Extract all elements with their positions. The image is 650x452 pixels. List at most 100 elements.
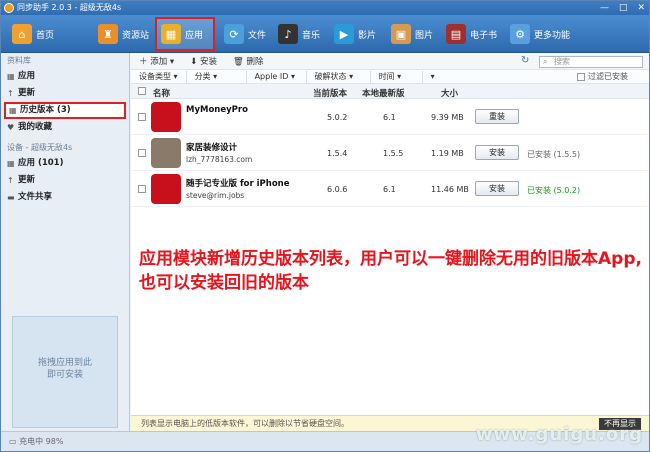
toolbar-apps[interactable]: ▦ 应用 [155,17,215,51]
sidebar-item-label: 我的收藏 [18,122,53,132]
add-button[interactable]: ＋ 添加 ▾ [139,55,174,67]
toolbar-video[interactable]: ▶ 影片 [331,18,379,50]
install-status: 已安装 (1.5.5) [527,150,581,159]
home-icon: ⌂ [12,24,32,44]
minimize-button[interactable]: — [600,3,609,13]
app-icon [151,174,181,204]
sidebar-item-label: 历史版本 (3) [20,105,71,115]
toolbar-music[interactable]: ♪ 音乐 [275,18,323,50]
refresh-icon[interactable]: ↻ [521,55,529,66]
bag-icon: ♜ [98,24,118,44]
photo-icon: ▣ [391,24,411,44]
search-input[interactable]: ⌕ 搜索 [539,56,643,68]
latest-version: 6.1 [383,113,396,122]
apps-icon: ▦ [161,24,181,44]
library-item-1[interactable]: ↑ 更新 [1,85,129,102]
sidebar-item-label: 应用 (101) [18,158,64,168]
history-icon: ▦ [9,106,17,115]
app-developer: steve@rim.jobs [186,191,245,200]
filter-device-type[interactable]: 设备类型 ▾ [131,70,187,83]
filter-time[interactable]: 时间 ▾ [371,70,423,83]
toolbar-home[interactable]: ⌂ 首页 [9,18,57,50]
select-all-checkbox[interactable] [138,87,146,95]
filter-crack-status[interactable]: 破解状态 ▾ [307,70,371,83]
filter-apple-id[interactable]: Apple ID ▾ [247,70,307,83]
library-item-2[interactable]: ▦ 历史版本 (3) [4,102,126,119]
skip-installed-toggle[interactable]: 过滤已安装 [577,71,628,82]
device-item-1[interactable]: ↑ 更新 [1,172,129,189]
action-bar: ＋ 添加 ▾ ⬇ 安装 🗑 删除 ↻ ⌕ 搜索 [131,53,649,70]
notice-text: 列表显示电脑上的低版本软件，可以删除以节省硬盘空间。 [141,419,349,428]
row-checkbox[interactable] [138,185,146,193]
col-current-version[interactable]: 当前版本 [313,87,347,99]
drop-install-zone[interactable]: 拖拽应用到此 即可安装 [12,316,118,428]
library-item-0[interactable]: ▦ 应用 [1,68,129,85]
install-status: 已安装 (5.0.2) [527,186,581,195]
device-item-0[interactable]: ▦ 应用 (101) [1,155,129,172]
battery-status: 充电中 98% [19,437,64,446]
app-size: 11.46 MB [431,185,469,194]
current-version: 6.0.6 [327,185,348,194]
filter-category[interactable]: 分类 ▾ [187,70,247,83]
sidebar-item-label: 更新 [18,88,36,98]
search-icon: ⌕ [543,57,548,66]
table-row[interactable]: 家居装修设计 lzh_7778163.com 1.5.4 1.5.5 1.19 MB 安装… [131,135,649,171]
close-button[interactable]: ✕ [637,3,645,13]
app-icon [151,102,181,132]
col-name[interactable]: 名称 [153,87,170,99]
col-latest-version[interactable]: 本地最新版 [362,87,405,99]
toolbar-ebook[interactable]: ▤ 电子书 [443,18,500,50]
app-size: 9.39 MB [431,113,464,122]
row-action-button[interactable]: 安装 [475,145,519,160]
app-logo-icon [4,3,14,13]
row-checkbox[interactable] [138,113,146,121]
row-checkbox[interactable] [138,149,146,157]
app-developer: lzh_7778163.com [186,155,253,164]
table-row[interactable]: MyMoneyPro 5.0.2 6.1 9.39 MB 重装 [131,99,649,135]
title-bar: 同步助手 2.0.3 - 超级无敌4s — □ ✕ [1,1,649,15]
ebook-icon: ▤ [446,24,466,44]
battery-icon: ▭ [9,437,17,446]
latest-version: 6.1 [383,185,396,194]
toolbar-files[interactable]: ⟳ 文件 [221,18,269,50]
table-header: 名称 当前版本 本地最新版 大小 [131,84,649,99]
feature-annotation: 应用模块新增历史版本列表，用户可以一键删除无用的旧版本App,也可以安装回旧的版… [139,249,642,293]
install-button[interactable]: ⬇ 安装 [190,55,217,67]
device-heading: 设备 - 超级无敌4s [7,143,73,152]
app-name: MyMoneyPro [186,105,248,115]
sidebar-item-label: 更新 [18,175,36,185]
grid-icon: ▦ [7,159,15,168]
delete-button[interactable]: 🗑 删除 [233,55,264,67]
current-version: 5.0.2 [327,113,348,122]
arrow-up-icon: ↑ [7,176,14,185]
music-icon: ♪ [278,24,298,44]
video-icon: ▶ [334,24,354,44]
app-name: 随手记专业版 for iPhone [186,179,290,189]
arrow-up-icon: ↑ [7,89,14,98]
main-panel: ＋ 添加 ▾ ⬇ 安装 🗑 删除 ↻ ⌕ 搜索 设备类型 ▾ 分类 ▾ Apple… [131,53,649,431]
app-icon [151,138,181,168]
library-item-3[interactable]: ♥ 我的收藏 [1,119,129,136]
skip-installed-checkbox[interactable] [577,72,585,81]
row-action-button[interactable]: 安装 [475,181,519,196]
toolbar-resources[interactable]: ♜ 资源站 [95,18,152,50]
more-icon: ⚙ [510,24,530,44]
drop-hint: 拖拽应用到此 即可安装 [37,358,92,380]
row-action-button[interactable]: 重装 [475,109,519,124]
heart-icon: ♥ [7,123,15,132]
maximize-button[interactable]: □ [619,3,628,13]
current-version: 1.5.4 [327,149,348,158]
sync-files-icon: ⟳ [224,24,244,44]
table-row[interactable]: 随手记专业版 for iPhone steve@rim.jobs 6.0.6 6.1 1… [131,171,649,207]
sidebar: 资料库 ▦ 应用 ↑ 更新 ▦ 历史版本 (3) ♥ 我的收藏 设备 - 超级无敌4s ▦ 应用… [1,53,130,431]
filter-bar: 设备类型 ▾ 分类 ▾ Apple ID ▾ 破解状态 ▾ 时间 ▾ ▾ 过滤已… [131,70,649,84]
latest-version: 1.5.5 [383,149,404,158]
library-heading: 资料库 [7,56,31,65]
toolbar-more[interactable]: ⚙ 更多功能 [507,18,573,50]
grid-icon: ▦ [7,72,15,81]
app-size: 1.19 MB [431,149,464,158]
filter-extra[interactable]: ▾ [423,71,481,83]
device-item-2[interactable]: ▬ 文件共享 [1,189,129,206]
toolbar-photos[interactable]: ▣ 图片 [388,18,436,50]
col-size[interactable]: 大小 [441,87,458,99]
